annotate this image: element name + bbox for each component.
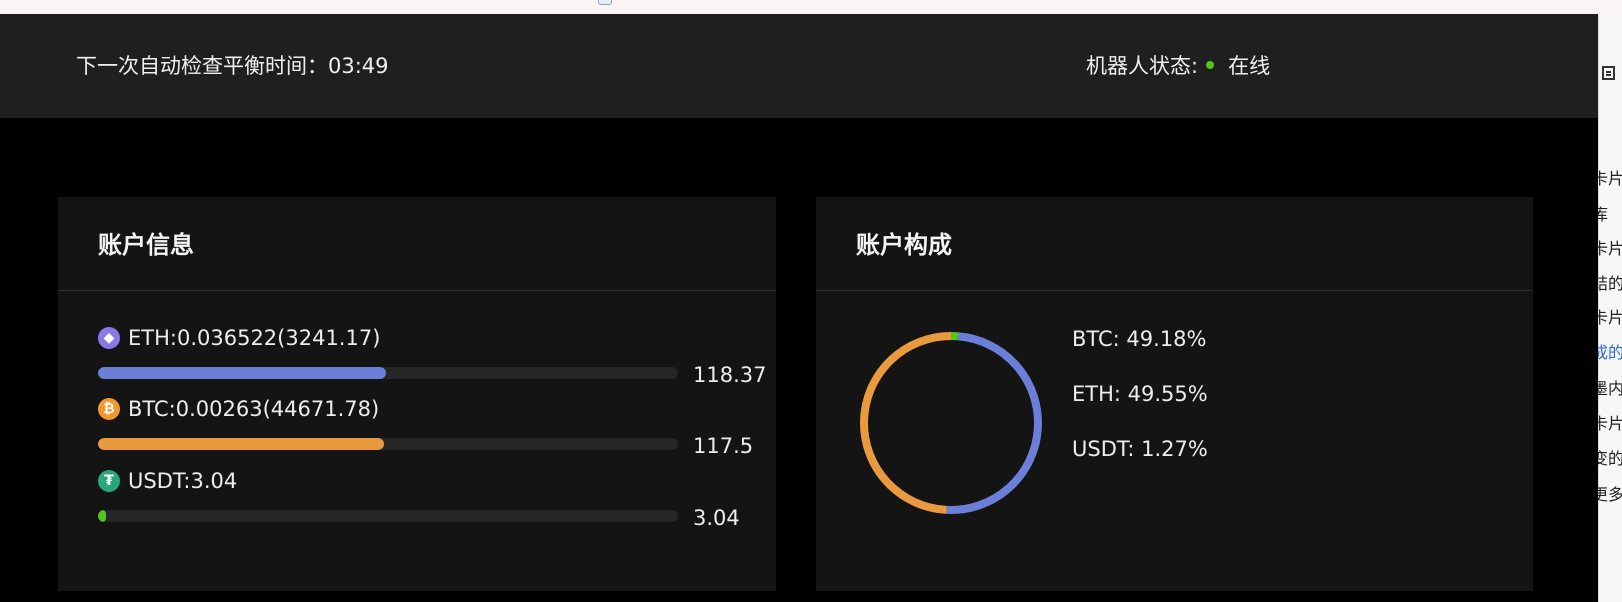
robot-status-value: 在线 [1228, 54, 1271, 78]
usdt-value: 3.04 [693, 506, 740, 530]
side-panel-line: 卡片 [1598, 170, 1622, 188]
card-divider [816, 290, 1533, 291]
side-panel-line: 变的 [1598, 450, 1622, 468]
side-panel: 卡片库卡片 结的 卡片 成的 墨内 卡片 变的 更多 [1598, 14, 1622, 602]
btc-icon: ₿ [98, 398, 120, 420]
online-status-dot [1206, 61, 1215, 69]
usdt-progress-bar [98, 510, 678, 522]
browser-top-strip [0, 0, 1622, 14]
eth-value: 118.37 [693, 363, 767, 387]
robot-status-label: 机器人状态: [1086, 54, 1199, 78]
browser-tab-edge [598, 0, 612, 5]
legend-btc: BTC: 49.18% [1072, 327, 1207, 351]
asset-row-btc: ₿ BTC:0.00263(44671.78) 117.5 [98, 397, 768, 458]
robot-status: 机器人状态: 在线 [1086, 50, 1270, 80]
account-composition-title: 账户构成 [856, 231, 952, 259]
side-panel-line: 卡片 [1598, 415, 1622, 433]
eth-progress-bar [98, 367, 678, 379]
eth-progress-fill [98, 367, 387, 379]
account-info-card: 账户信息 ◆ ETH:0.036522(3241.17) 118.37 ₿ BT… [58, 197, 776, 591]
usdt-progress-fill [98, 510, 106, 522]
btc-progress-fill [98, 438, 384, 450]
legend-usdt: USDT: 1.27% [1072, 437, 1208, 461]
next-check-info: 下一次自动检查平衡时间：03:49 [76, 50, 389, 80]
next-check-label: 下一次自动检查平衡时间： [76, 54, 328, 78]
side-panel-line: 墨内 [1598, 380, 1622, 398]
account-info-title: 账户信息 [98, 231, 194, 259]
asset-label-btc: ₿ BTC:0.00263(44671.78) [98, 397, 379, 421]
eth-icon: ◆ [98, 327, 120, 349]
app-header: 下一次自动检查平衡时间：03:49 机器人状态: 在线 [0, 14, 1598, 118]
btc-progress-bar [98, 438, 678, 450]
usdt-label: USDT:3.04 [128, 469, 238, 493]
asset-row-usdt: ₮ USDT:3.04 3.04 [98, 469, 768, 530]
btc-label: BTC:0.00263(44671.78) [128, 397, 380, 421]
side-panel-line: 卡片 [1598, 240, 1622, 258]
side-panel-border [1598, 14, 1599, 602]
donut-slice-eth [946, 332, 1042, 514]
donut-slice-btc [860, 332, 952, 514]
card-divider [58, 290, 776, 291]
menu-icon[interactable] [1602, 66, 1615, 80]
eth-label: ETH:0.036522(3241.17) [128, 326, 381, 350]
asset-row-eth: ◆ ETH:0.036522(3241.17) 118.37 [98, 326, 768, 387]
composition-donut-chart [860, 332, 1042, 514]
btc-value: 117.5 [693, 434, 754, 458]
side-panel-line: 库 [1598, 206, 1609, 224]
side-panel-line: 卡片 [1598, 309, 1622, 327]
side-panel-line[interactable]: 成的 [1598, 344, 1622, 362]
legend-eth: ETH: 49.55% [1072, 382, 1208, 406]
asset-label-usdt: ₮ USDT:3.04 [98, 469, 237, 493]
asset-label-eth: ◆ ETH:0.036522(3241.17) [98, 326, 380, 350]
next-check-time: 03:49 [328, 54, 389, 78]
side-panel-line: 结的 [1598, 275, 1622, 293]
side-panel-line: 更多 [1598, 486, 1622, 504]
account-composition-card: 账户构成 BTC: 49.18% ETH: 49.55% USDT: 1.27% [816, 197, 1533, 591]
usdt-icon: ₮ [98, 470, 120, 492]
